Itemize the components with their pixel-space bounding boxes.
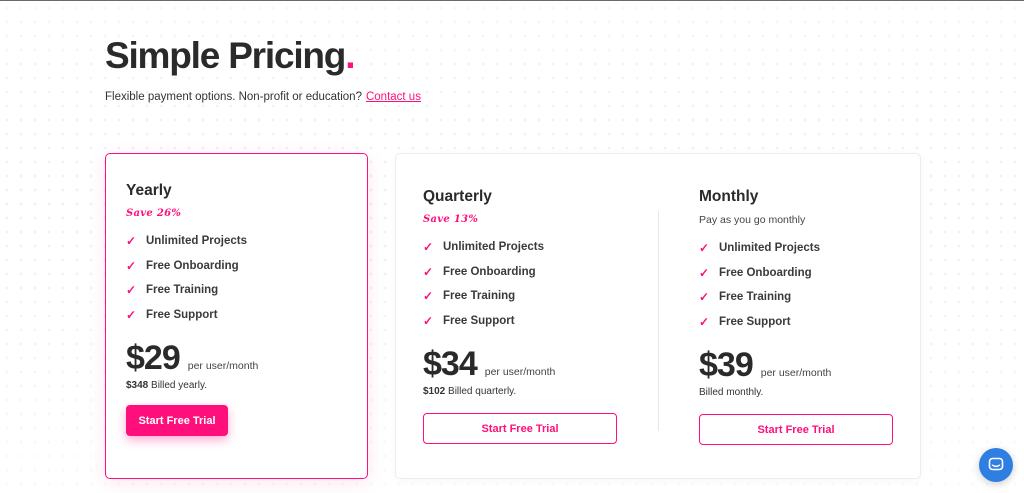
- start-free-trial-button[interactable]: Start Free Trial: [126, 405, 228, 437]
- feature-list: ✓ Unlimited Projects ✓ Free Onboarding ✓ Fr…: [126, 229, 258, 327]
- plan-price: $34: [423, 345, 478, 384]
- page-subtitle: Flexible payment options. Non-profit or …: [105, 91, 421, 103]
- plan-note: Pay as you go monthly: [699, 214, 806, 226]
- billing-summary: $348 Billed yearly.: [126, 380, 207, 392]
- checkmark-icon: ✓: [126, 234, 137, 249]
- feature-item: ✓ Free Training: [126, 283, 219, 298]
- feature-item: ✓ Free Onboarding: [423, 264, 536, 279]
- start-free-trial-button[interactable]: Start Free Trial: [699, 414, 893, 446]
- feature-item: ✓ Free Support: [699, 315, 791, 330]
- feature-item: ✓ Free Support: [126, 308, 218, 323]
- checkmark-icon: ✓: [126, 283, 137, 298]
- feature-item: ✓ Free Training: [423, 289, 516, 304]
- billing-summary: $102 Billed quarterly.: [423, 386, 517, 398]
- chat-launcher-button[interactable]: [979, 448, 1013, 482]
- checkmark-icon: ✓: [699, 265, 710, 280]
- checkmark-icon: ✓: [699, 315, 710, 330]
- chat-bubble-icon: [988, 457, 1004, 471]
- feature-item: ✓ Free Onboarding: [699, 265, 812, 280]
- feature-item: ✓ Unlimited Projects: [126, 234, 247, 249]
- plan-price: $29: [126, 339, 181, 378]
- checkmark-icon: ✓: [423, 314, 434, 329]
- plan-yearly: Yearly Save 26% ✓ Unlimited Projects ✓ Fre…: [126, 182, 258, 437]
- price-row: $29 per user/month: [126, 339, 258, 378]
- checkmark-icon: ✓: [699, 290, 710, 305]
- plan-monthly: Monthly Pay as you go monthly ✓ Unlimited…: [699, 188, 893, 446]
- plan-price: $39: [699, 346, 754, 385]
- checkmark-icon: ✓: [423, 264, 434, 279]
- price-unit: per user/month: [484, 366, 556, 379]
- feature-item: ✓ Unlimited Projects: [423, 240, 544, 255]
- plan-title: Monthly: [699, 188, 759, 205]
- title-accent-dot: .: [345, 35, 355, 76]
- feature-item: ✓ Free Onboarding: [126, 258, 239, 273]
- checkmark-icon: ✓: [423, 289, 434, 304]
- checkmark-icon: ✓: [126, 308, 137, 323]
- plan-savings-badge: Save 26%: [126, 208, 182, 219]
- page-title: Simple Pricing.: [105, 35, 356, 76]
- feature-item: ✓ Free Support: [423, 314, 515, 329]
- plan-quarterly: Quarterly Save 13% ✓ Unlimited Projects ✓…: [423, 188, 617, 445]
- checkmark-icon: ✓: [126, 258, 137, 273]
- checkmark-icon: ✓: [423, 240, 434, 255]
- plan-title: Yearly: [126, 182, 172, 199]
- plan-savings-badge: Save 13%: [423, 214, 479, 225]
- contact-us-link[interactable]: Contact us: [366, 91, 421, 103]
- feature-list: ✓ Unlimited Projects ✓ Free Onboarding ✓ Fr…: [423, 235, 617, 333]
- price-row: $34 per user/month: [423, 345, 617, 384]
- price-row: $39 per user/month: [699, 346, 893, 385]
- feature-item: ✓ Free Training: [699, 290, 792, 305]
- checkmark-icon: ✓: [699, 241, 710, 256]
- price-unit: per user/month: [760, 367, 832, 380]
- billing-summary: Billed monthly.: [699, 387, 764, 399]
- plan-divider: [658, 211, 659, 431]
- plan-title: Quarterly: [423, 188, 492, 205]
- start-free-trial-button[interactable]: Start Free Trial: [423, 413, 617, 445]
- price-unit: per user/month: [187, 360, 259, 373]
- feature-list: ✓ Unlimited Projects ✓ Free Onboarding ✓ Fr…: [699, 236, 893, 334]
- feature-item: ✓ Unlimited Projects: [699, 241, 820, 256]
